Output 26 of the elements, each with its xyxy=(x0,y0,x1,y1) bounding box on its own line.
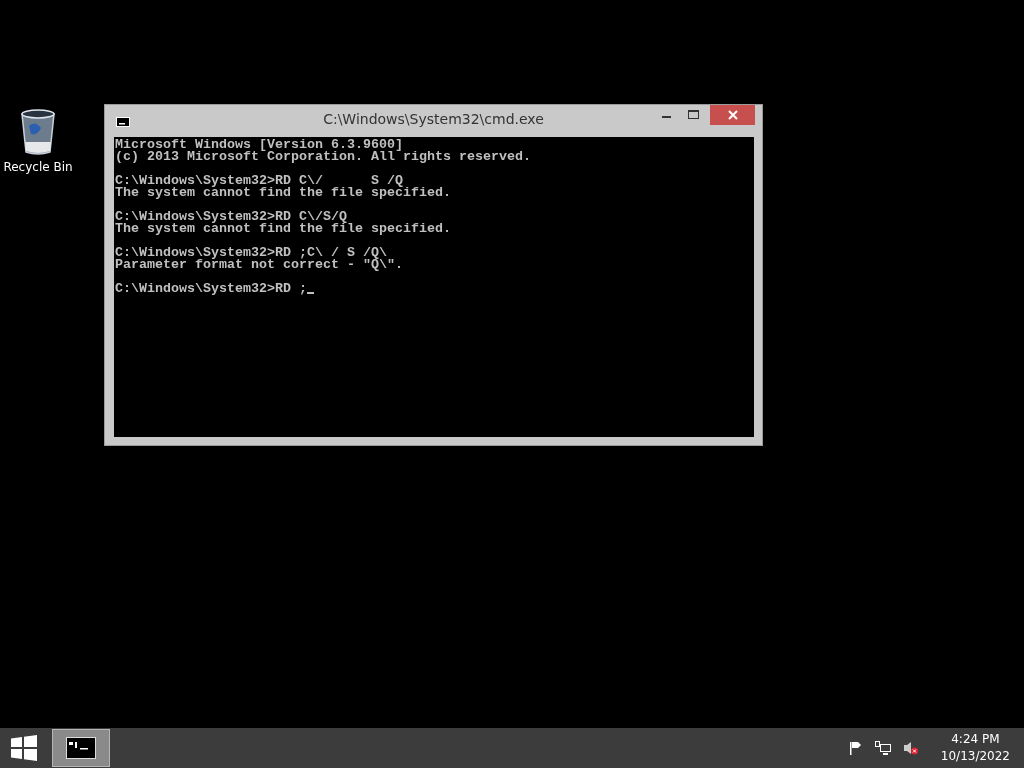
recycle-bin-icon[interactable] xyxy=(19,108,57,156)
console-line: Parameter format not correct - "Q\". xyxy=(115,259,403,271)
console-line: C:\Windows\System32>RD ; xyxy=(115,283,307,295)
window-title: C:\Windows\System32\cmd.exe xyxy=(323,111,544,127)
taskbar-app-button[interactable] xyxy=(52,729,110,767)
console-icon xyxy=(116,117,130,127)
clock-date: 10/13/2022 xyxy=(940,748,1010,765)
speaker-muted-icon[interactable] xyxy=(902,741,919,755)
console-line: Microsoft Windows [Version 6.3.9600] xyxy=(115,139,403,151)
console-line: C:\Windows\System32>RD C\/S/Q xyxy=(115,211,347,223)
maximize-icon xyxy=(687,110,699,120)
text-cursor xyxy=(306,292,314,294)
clock[interactable]: 4:24 PM 10/13/2022 xyxy=(940,731,1010,765)
console-line: (c) 2013 Microsoft Corporation. All rights reserved. xyxy=(115,151,531,163)
clock-time: 4:24 PM xyxy=(951,731,1000,748)
network-icon[interactable] xyxy=(874,740,891,756)
close-button[interactable] xyxy=(710,105,755,125)
flag-icon[interactable] xyxy=(848,741,863,755)
console-line: C:\Windows\System32>RD ;C\ / S /Q\ xyxy=(115,247,387,259)
windows-logo-icon xyxy=(11,735,37,761)
console-line: The system cannot find the file specified. xyxy=(115,223,451,235)
console-line: C:\Windows\System32>RD C\/ S /Q xyxy=(115,175,403,187)
console-line: The system cannot find the file specified. xyxy=(115,187,451,199)
console-icon xyxy=(66,737,96,759)
desktop-icon-label[interactable]: Recycle Bin xyxy=(3,160,73,174)
close-icon xyxy=(727,110,738,120)
